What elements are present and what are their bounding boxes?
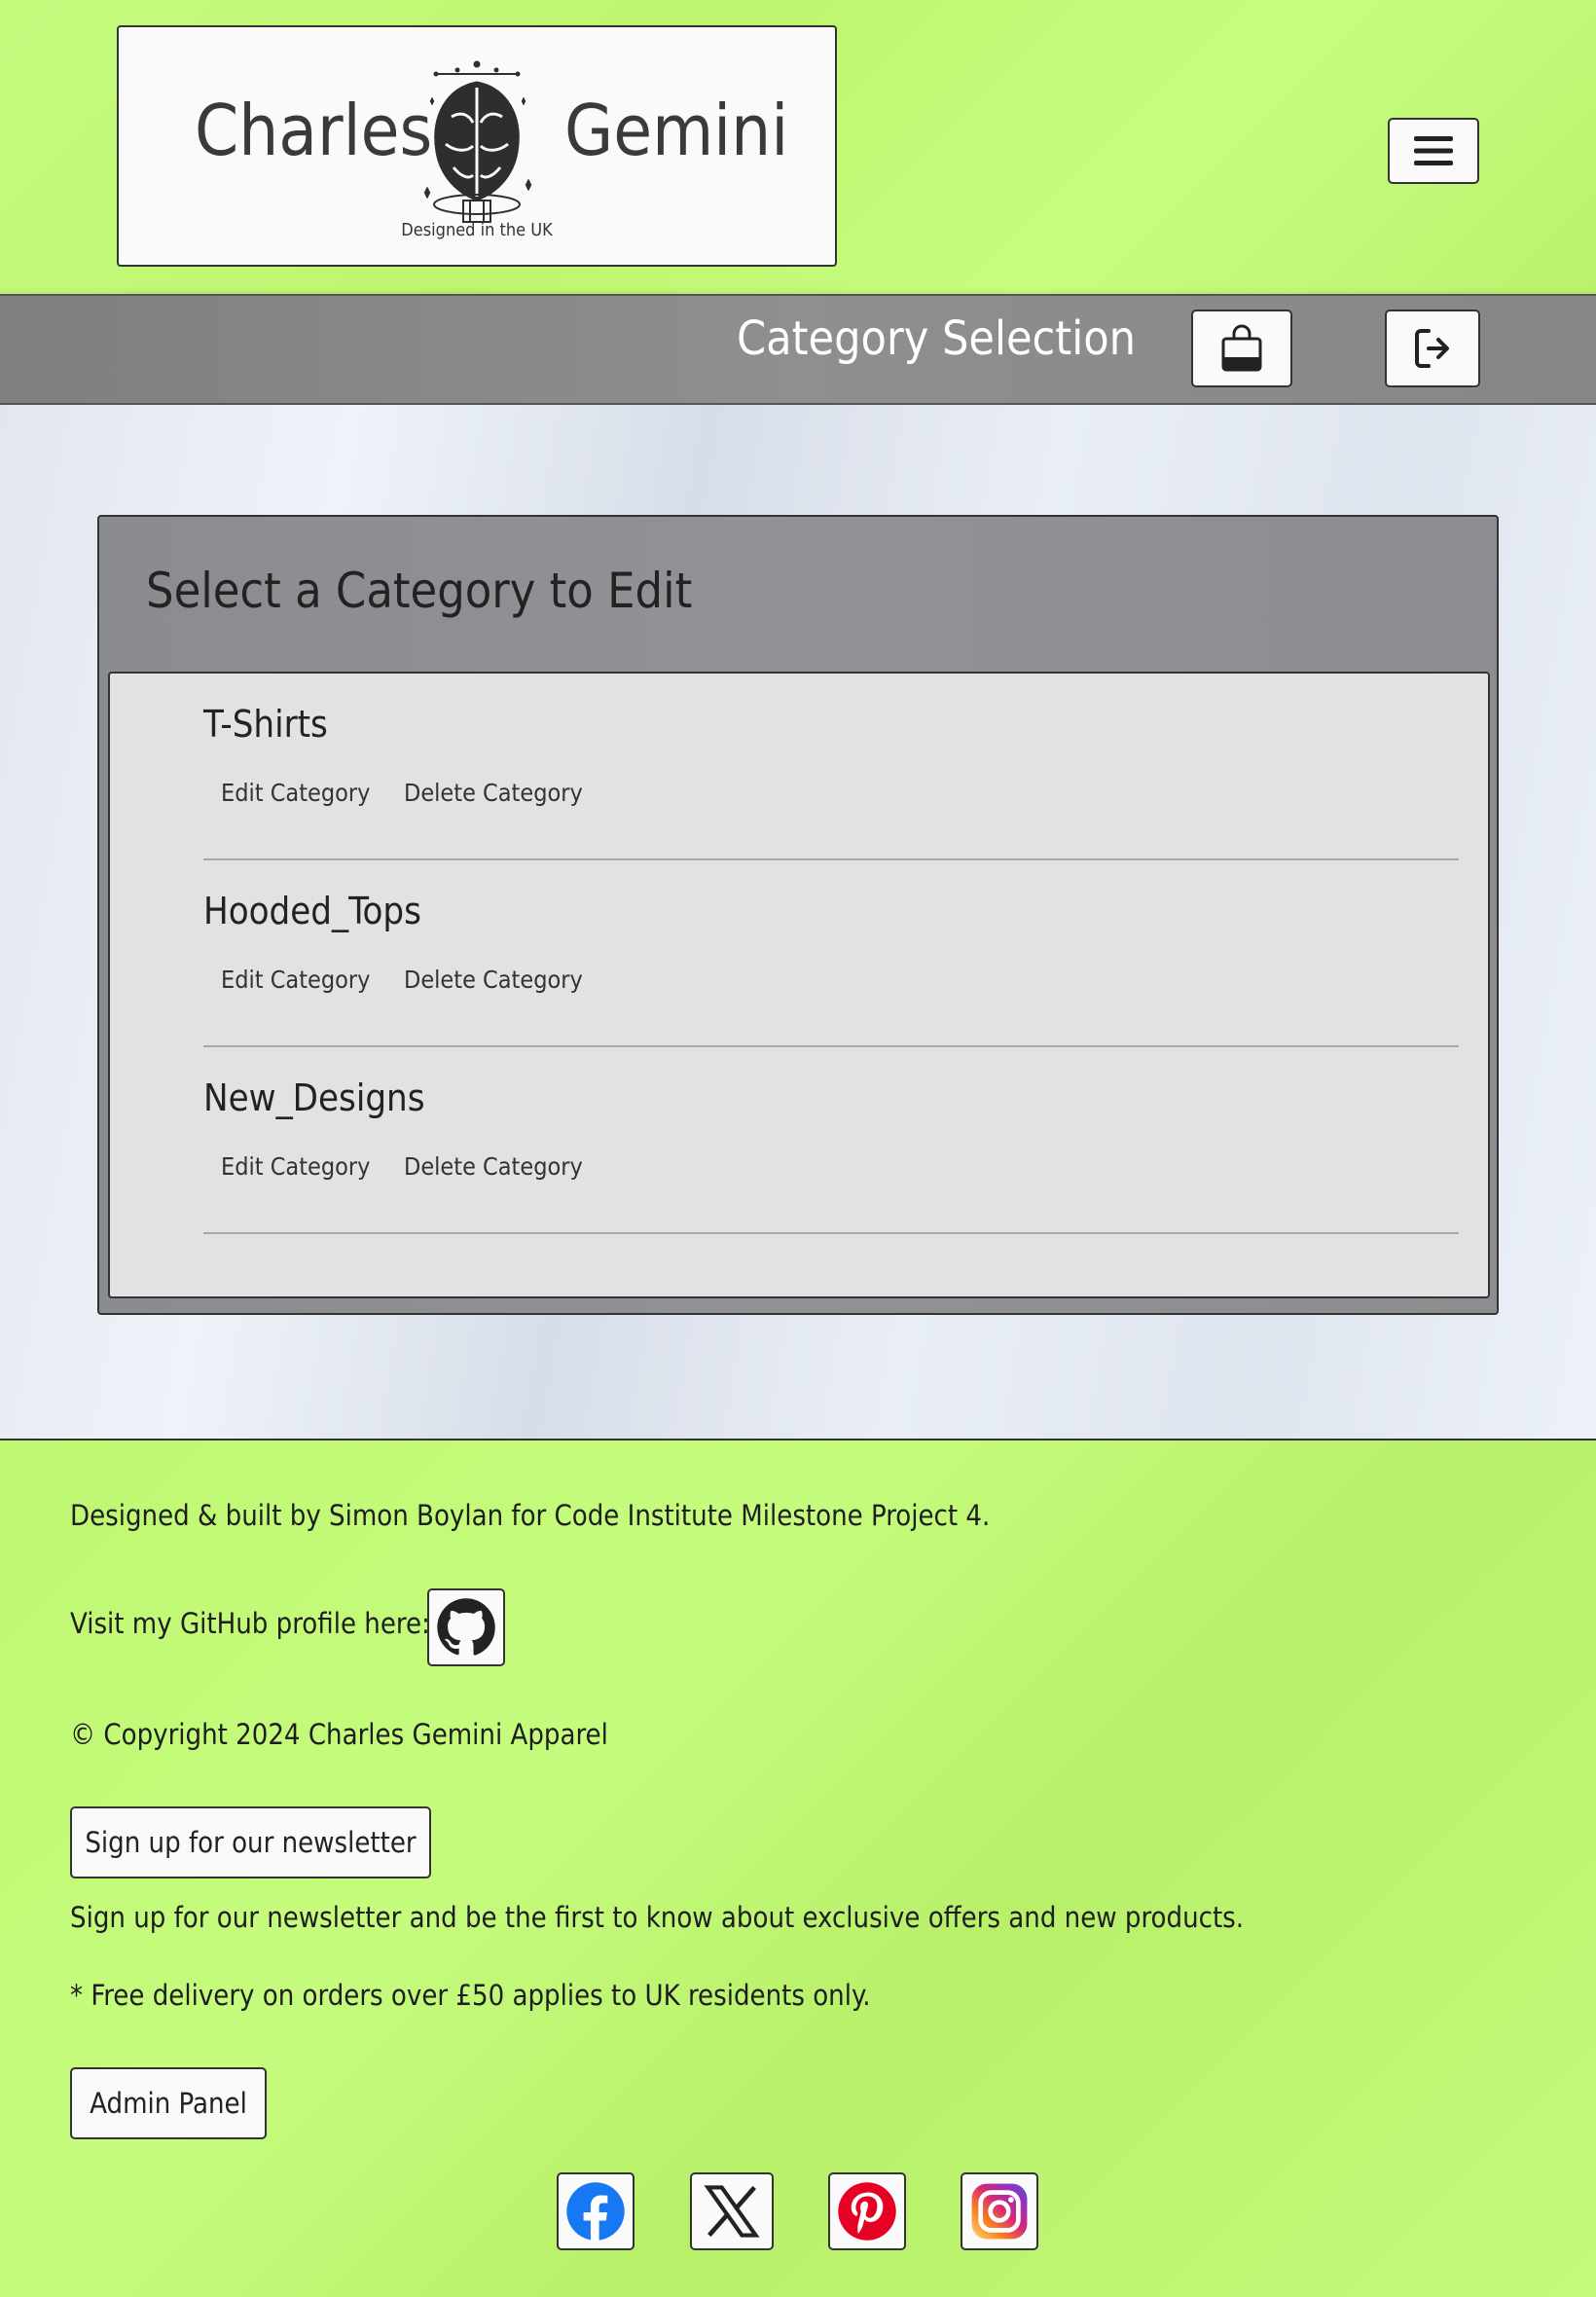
edit-category-link[interactable]: Edit Category — [221, 1152, 370, 1182]
category-list: T-Shirts Edit Category Delete Category H… — [108, 672, 1490, 1298]
facebook-link[interactable] — [557, 2172, 635, 2250]
edit-category-link[interactable]: Edit Category — [221, 779, 370, 808]
category-item-new-designs: New_Designs Edit Category Delete Categor… — [203, 1047, 1459, 1234]
facebook-icon — [566, 2182, 625, 2242]
hamburger-icon — [1414, 136, 1453, 165]
logo-word-left: Charles — [195, 90, 433, 171]
newsletter-signup-button[interactable]: Sign up for our newsletter — [70, 1806, 431, 1878]
category-divider — [203, 1232, 1459, 1234]
page-title: Category Selection — [737, 311, 1136, 366]
category-name: New_Designs — [203, 1076, 425, 1119]
pinterest-icon — [838, 2182, 896, 2241]
category-name: Hooded_Tops — [203, 890, 421, 932]
category-panel: Select a Category to Edit T-Shirts Edit … — [97, 515, 1499, 1315]
site-logo[interactable]: Charles Gemini Designed in the UK — [117, 25, 837, 267]
gemini-emblem-icon — [423, 60, 532, 223]
category-item-hooded-tops: Hooded_Tops Edit Category Delete Categor… — [203, 860, 1459, 1047]
menu-toggle-button[interactable] — [1388, 118, 1479, 184]
footer-credit: Designed & built by Simon Boylan for Cod… — [70, 1499, 991, 1532]
delete-category-link[interactable]: Delete Category — [404, 779, 583, 808]
delete-category-link[interactable]: Delete Category — [404, 966, 583, 995]
logout-icon — [1415, 329, 1449, 368]
category-name: T-Shirts — [203, 703, 328, 746]
copyright-text: © Copyright 2024 Charles Gemini Apparel — [70, 1718, 608, 1751]
pinterest-link[interactable] — [828, 2172, 906, 2250]
delete-category-link[interactable]: Delete Category — [404, 1152, 583, 1182]
category-item-t-shirts: T-Shirts Edit Category Delete Category — [203, 674, 1459, 860]
github-link[interactable] — [427, 1588, 505, 1666]
newsletter-text: Sign up for our newsletter and be the fi… — [70, 1901, 1245, 1934]
logo-tagline: Designed in the UK — [401, 220, 553, 240]
logo-word-right: Gemini — [564, 90, 789, 171]
github-text: Visit my GitHub profile here: — [70, 1607, 430, 1640]
shopping-bag-button[interactable] — [1191, 310, 1292, 387]
github-icon — [437, 1598, 495, 1656]
instagram-link[interactable] — [961, 2172, 1038, 2250]
page-navbar: Category Selection — [0, 294, 1596, 405]
x-twitter-link[interactable] — [690, 2172, 774, 2250]
logout-button[interactable] — [1385, 310, 1480, 387]
edit-category-link[interactable]: Edit Category — [221, 966, 370, 995]
delivery-note: * Free delivery on orders over £50 appli… — [70, 1979, 871, 2012]
instagram-icon — [971, 2183, 1028, 2240]
admin-panel-button[interactable]: Admin Panel — [70, 2067, 267, 2139]
x-twitter-icon — [704, 2185, 760, 2238]
shopping-bag-icon — [1221, 324, 1262, 372]
panel-title: Select a Category to Edit — [146, 563, 693, 619]
